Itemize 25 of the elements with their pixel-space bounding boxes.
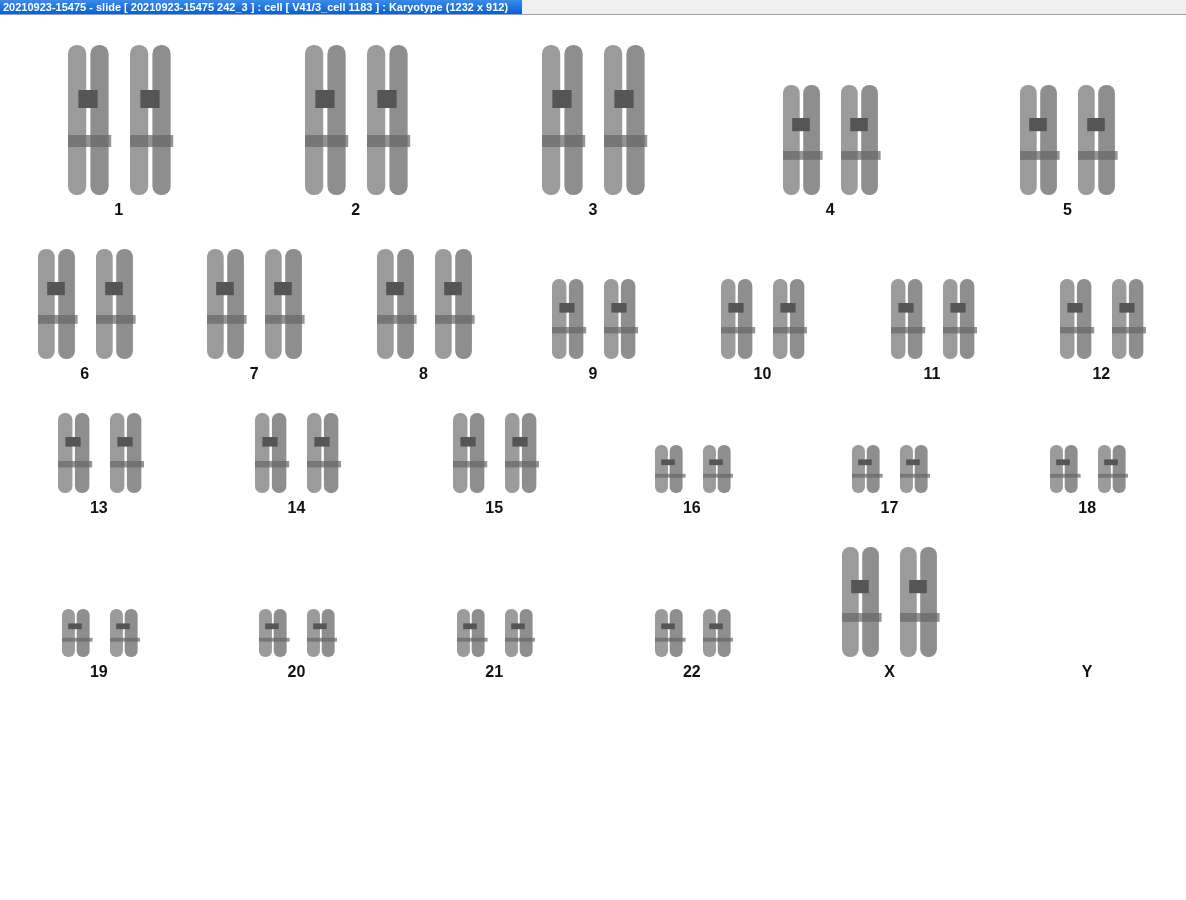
chromosome-number: 16 bbox=[682, 499, 701, 517]
chromosome-number: 6 bbox=[80, 365, 90, 383]
chromosome-number: 2 bbox=[351, 201, 361, 219]
chromosome-number: 17 bbox=[880, 499, 899, 517]
chromosome-number: 4 bbox=[825, 201, 835, 219]
chromosome-number: 14 bbox=[287, 499, 306, 517]
chromosome-number: Y bbox=[1081, 663, 1093, 681]
chromosome-number: 22 bbox=[682, 663, 701, 681]
chromosome-number: 19 bbox=[89, 663, 108, 681]
chromosome-number: 10 bbox=[753, 365, 772, 383]
window-title[interactable]: 20210923-15475 - slide [ 20210923-15475 242_3 ] : cell [ V41/3_cell 1183 ] : Karyotype (1232 x 912) bbox=[0, 0, 523, 14]
chromosome-number: 13 bbox=[89, 499, 108, 517]
chromosome-number: 11 bbox=[923, 365, 941, 383]
chromosome-number: 12 bbox=[1092, 365, 1111, 383]
chromosome-number: 3 bbox=[588, 201, 598, 219]
chromosome-number: 15 bbox=[485, 499, 504, 517]
chromosome-number: 7 bbox=[249, 365, 259, 383]
chromosome-number: 5 bbox=[1062, 201, 1072, 219]
chromosome-number: 21 bbox=[485, 663, 504, 681]
chromosome-number: 18 bbox=[1078, 499, 1097, 517]
chromosome-number: 20 bbox=[287, 663, 306, 681]
chromosome-number: 9 bbox=[588, 365, 598, 383]
chromosome-number: X bbox=[884, 663, 895, 681]
chromosome-number: 1 bbox=[114, 201, 124, 219]
chromosome-number: 8 bbox=[419, 365, 428, 383]
